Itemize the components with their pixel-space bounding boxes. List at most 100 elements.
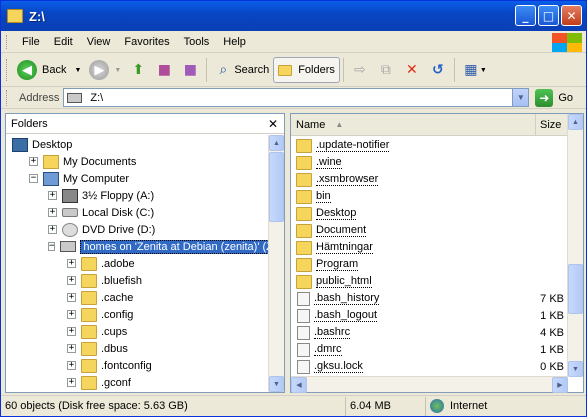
expand-icon[interactable]: + xyxy=(67,259,76,268)
back-dropdown-icon[interactable]: ▼ xyxy=(74,67,81,74)
search-label: Search xyxy=(234,64,270,76)
menu-edit[interactable]: Edit xyxy=(47,36,80,48)
list-item[interactable]: .xsmbrowser xyxy=(291,171,568,188)
menu-view[interactable]: View xyxy=(80,36,118,48)
list-item[interactable]: Program xyxy=(291,256,568,273)
list-item[interactable]: .bash_history 7 KB xyxy=(291,290,568,307)
list-vertical-scrollbar[interactable]: ▲ ▼ xyxy=(567,114,583,377)
back-button[interactable]: ◀ Back ▼ xyxy=(13,57,85,83)
scroll-right-button[interactable]: ▶ xyxy=(552,376,568,393)
tree-item[interactable]: − homes on 'Zenita at Debian (zenita)' (Z… xyxy=(6,238,272,255)
sort-ascending-icon: ▲ xyxy=(335,120,344,129)
close-pane-icon[interactable]: ✕ xyxy=(268,117,278,131)
list-item[interactable]: .bashrc 4 KB xyxy=(291,324,568,341)
tree-item[interactable]: + .config xyxy=(6,306,272,323)
scroll-up-button[interactable]: ▲ xyxy=(568,114,583,130)
delete-button[interactable]: ✕ xyxy=(399,57,425,83)
list-item[interactable]: .update-notifier xyxy=(291,137,568,154)
tree-item[interactable]: Desktop xyxy=(6,136,272,153)
menu-tools[interactable]: Tools xyxy=(177,36,217,48)
undo-button[interactable]: ↺ xyxy=(425,57,451,83)
tree-item-label: Local Disk (C:) xyxy=(82,206,155,219)
tree-item[interactable]: + .dbus xyxy=(6,340,272,357)
expand-icon[interactable]: + xyxy=(67,293,76,302)
column-header-name[interactable]: Name ▲ xyxy=(291,114,536,135)
folder-icon xyxy=(296,155,312,170)
tree-item[interactable]: − My Computer xyxy=(6,170,272,187)
list-item[interactable]: bin xyxy=(291,188,568,205)
menu-favorites[interactable]: Favorites xyxy=(117,36,176,48)
toolbar-grip[interactable] xyxy=(6,59,9,81)
list-item[interactable]: public_html xyxy=(291,273,568,290)
menu-file[interactable]: File xyxy=(15,36,47,48)
tree-item[interactable]: + .gconf xyxy=(6,374,272,391)
folder-icon xyxy=(81,290,97,305)
list-item[interactable]: Desktop xyxy=(291,205,568,222)
forward-dropdown-icon[interactable]: ▼ xyxy=(114,67,121,74)
views-dropdown-icon[interactable]: ▼ xyxy=(480,67,487,74)
list-item[interactable]: .wine xyxy=(291,154,568,171)
tree-item[interactable]: + .cups xyxy=(6,323,272,340)
tree-item[interactable]: + DVD Drive (D:) xyxy=(6,221,272,238)
tree-item[interactable]: +3½ Floppy (A:) xyxy=(6,187,272,204)
menu-grip[interactable] xyxy=(6,34,9,49)
scroll-down-button[interactable]: ▼ xyxy=(269,376,284,392)
folders-button[interactable]: Folders xyxy=(273,57,340,83)
tree-item[interactable]: + .bluefish xyxy=(6,272,272,289)
status-objects: 60 objects (Disk free space: 5.63 GB) xyxy=(1,396,346,416)
tree-item-label: .bluefish xyxy=(101,274,142,287)
list-item[interactable]: .dmrc 1 KB xyxy=(291,341,568,358)
list-item[interactable]: .gksu.lock 0 KB xyxy=(291,358,568,375)
tree-item-label: 3½ Floppy (A:) xyxy=(82,189,155,202)
forward-arrow-icon: ▶ xyxy=(89,60,110,80)
tree-item[interactable]: + .adobe xyxy=(6,255,272,272)
column-header-size[interactable]: Size xyxy=(536,119,566,131)
tree-item[interactable]: + .fontconfig xyxy=(6,357,272,374)
list-item[interactable]: .bash_logout 1 KB xyxy=(291,307,568,324)
expand-icon[interactable]: + xyxy=(48,191,57,200)
copy-button[interactable]: ⧉ xyxy=(373,57,399,83)
expand-icon[interactable]: + xyxy=(67,378,76,387)
forward-button[interactable]: ▶ ▼ xyxy=(85,57,125,83)
address-input[interactable]: Z:\ ▼ xyxy=(63,88,530,107)
up-button[interactable]: ⬆ xyxy=(125,57,151,83)
tree-item[interactable]: + .cache xyxy=(6,289,272,306)
tree-vertical-scrollbar[interactable]: ▲ ▼ xyxy=(268,135,284,392)
list-item[interactable]: Hämtningar xyxy=(291,239,568,256)
menu-help[interactable]: Help xyxy=(216,36,253,48)
expand-icon[interactable]: + xyxy=(67,276,76,285)
close-button[interactable]: ✕ xyxy=(561,5,582,26)
scroll-thumb[interactable] xyxy=(269,152,284,222)
expand-icon[interactable]: + xyxy=(67,310,76,319)
minimize-button[interactable]: _ xyxy=(515,5,536,26)
list-horizontal-scrollbar[interactable]: ◀ ▶ xyxy=(291,376,568,393)
scroll-left-button[interactable]: ◀ xyxy=(291,376,307,393)
maximize-button[interactable]: □ xyxy=(538,5,559,26)
address-grip[interactable] xyxy=(6,89,9,106)
folder-icon xyxy=(81,358,97,373)
expand-icon[interactable]: + xyxy=(67,361,76,370)
go-button[interactable]: ➜ Go xyxy=(535,88,574,107)
expand-icon[interactable]: + xyxy=(67,327,76,336)
views-button[interactable]: ▦ ▼ xyxy=(458,57,491,83)
expand-icon[interactable]: + xyxy=(48,208,57,217)
expand-icon[interactable]: + xyxy=(48,225,57,234)
title-bar[interactable]: Z:\ _ □ ✕ xyxy=(1,1,586,31)
copy-to-button[interactable]: ■ xyxy=(177,57,203,83)
list-item[interactable]: Document xyxy=(291,222,568,239)
scroll-thumb[interactable] xyxy=(568,264,583,314)
go-label: Go xyxy=(558,91,574,104)
search-button[interactable]: ⌕ Search xyxy=(210,57,273,83)
scroll-down-button[interactable]: ▼ xyxy=(568,361,583,377)
collapse-icon[interactable]: − xyxy=(29,174,38,183)
address-dropdown-icon[interactable]: ▼ xyxy=(512,89,529,106)
tree-item[interactable]: + My Documents xyxy=(6,153,272,170)
move-to-button[interactable]: ■ xyxy=(151,57,177,83)
folder-icon xyxy=(296,240,312,255)
move-button[interactable]: ⇨ xyxy=(347,57,373,83)
scroll-up-button[interactable]: ▲ xyxy=(269,135,284,151)
expand-icon[interactable]: + xyxy=(29,157,38,166)
collapse-icon[interactable]: − xyxy=(48,242,56,251)
expand-icon[interactable]: + xyxy=(67,344,76,353)
tree-item[interactable]: + Local Disk (C:) xyxy=(6,204,272,221)
